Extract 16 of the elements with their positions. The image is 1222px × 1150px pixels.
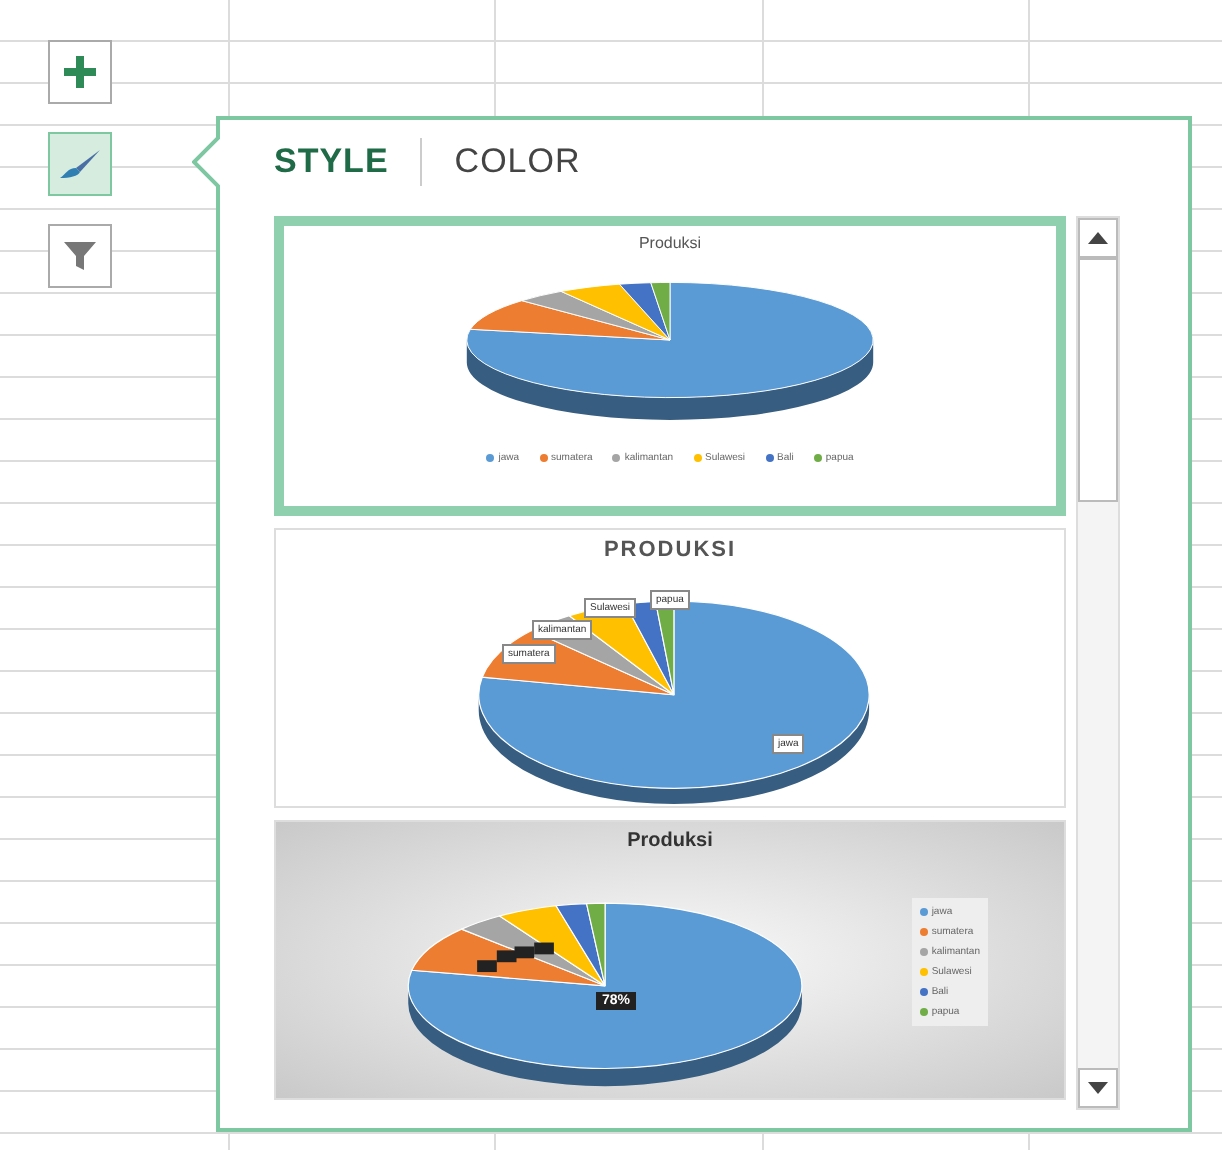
chart-title: Produksi [638,234,702,252]
paintbrush-icon [58,148,102,180]
tab[interactable]: COLOR [454,142,581,182]
chart-styles-button[interactable] [48,132,112,196]
scroll-down-button[interactable] [1078,1068,1118,1108]
up-arrow-icon [1088,232,1108,244]
scroll-up-button[interactable] [1078,218,1118,258]
chart-title: Produksi [627,830,713,852]
add-chart-element-button[interactable] [48,40,112,104]
down-arrow-icon [1088,1082,1108,1094]
chart-filters-button[interactable] [48,224,112,288]
tab[interactable]: STYLE [274,142,389,182]
plus-icon [62,54,98,90]
scroll-thumb[interactable] [1078,258,1118,502]
chart-title: PRODUKSI [603,538,737,562]
funnel-icon [62,238,98,274]
